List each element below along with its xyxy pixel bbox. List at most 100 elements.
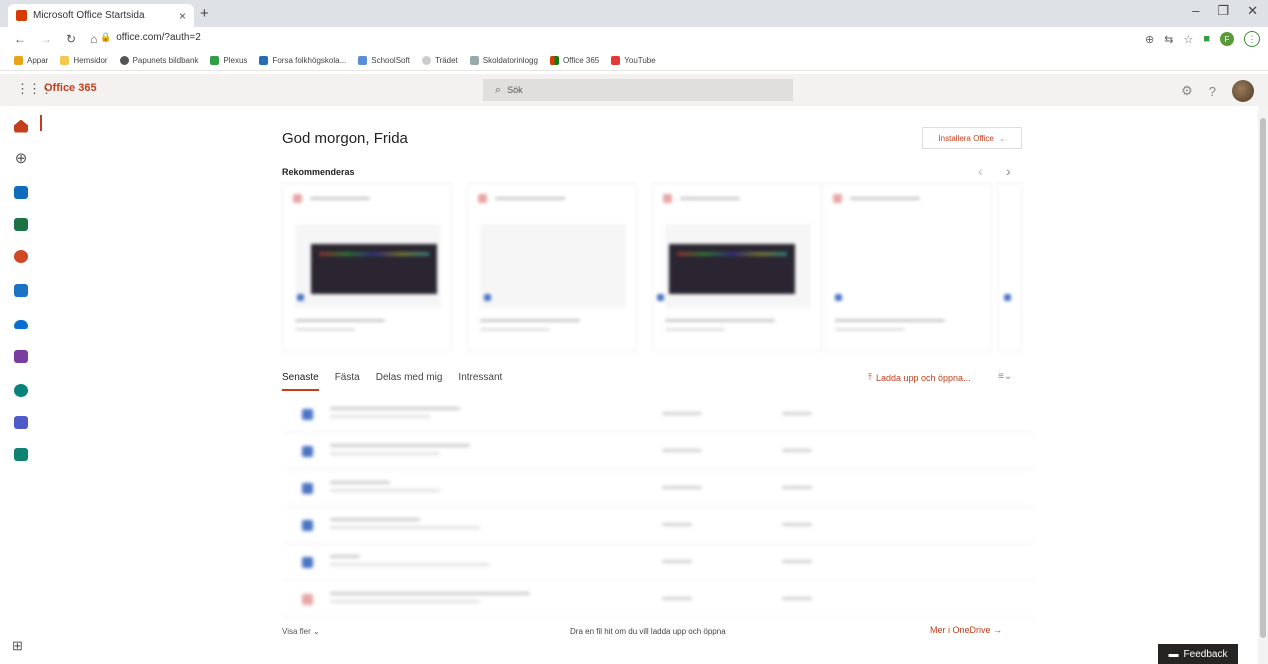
carousel-next-icon[interactable]: ›	[1006, 163, 1011, 179]
forward-icon[interactable]: →	[40, 32, 52, 46]
recommended-card[interactable]	[652, 183, 822, 351]
upload-icon: ⤒	[868, 372, 872, 382]
teams-icon[interactable]	[13, 414, 29, 430]
carousel-prev-icon[interactable]: ‹	[978, 163, 983, 179]
tab-fasta[interactable]: Fästa	[335, 372, 360, 391]
table-row[interactable]	[282, 470, 1034, 507]
powerpoint-icon[interactable]	[13, 248, 29, 264]
bookmark-label: Forsa folkhögskola...	[272, 56, 347, 65]
file-type-icon	[302, 594, 313, 605]
search-input[interactable]: ⌕ Sök	[483, 79, 793, 101]
bookmark-label: Skoldatorinlogg	[482, 56, 538, 65]
sort-filter-icon[interactable]: ≡⌄	[998, 371, 1012, 382]
table-row[interactable]	[282, 544, 1034, 581]
close-tab-icon[interactable]: ×	[179, 9, 186, 23]
reload-icon[interactable]: ↻	[66, 32, 76, 46]
bookmark-item[interactable]: Trädet	[421, 56, 458, 65]
youtube-icon	[611, 56, 621, 65]
install-office-button[interactable]: Installera Office ⌄	[922, 127, 1022, 149]
apps-grid-icon	[14, 56, 23, 65]
bookmark-label: Appar	[27, 56, 49, 65]
app-rail: ⊕	[0, 106, 44, 664]
bookmark-item[interactable]: Papunets bildbank	[119, 56, 198, 65]
sharepoint-icon[interactable]	[13, 382, 29, 398]
feedback-label: Feedback	[1183, 648, 1228, 660]
outlook-icon[interactable]	[13, 184, 29, 200]
onenote-icon[interactable]	[13, 348, 29, 364]
translate-icon[interactable]: ⇆	[1164, 33, 1173, 46]
tree-icon	[421, 56, 431, 65]
bookmark-label: Office 365	[562, 56, 600, 65]
file-type-icon	[302, 557, 313, 568]
table-row[interactable]	[282, 581, 1034, 618]
recommended-card[interactable]	[822, 183, 992, 351]
recent-files-list	[282, 396, 1034, 618]
scrollbar[interactable]	[1258, 106, 1268, 664]
address-bar: ← → ↻ ⌂ 🔒 office.com/?auth=2 ⊕ ⇆ ☆ ■ F ⋮	[0, 27, 1268, 51]
show-more-link[interactable]: Visa fler ⌄	[282, 627, 320, 636]
brand-title[interactable]: Office 365	[44, 82, 97, 94]
card-preview-image	[669, 244, 795, 294]
bookmark-label: Hemsidor	[73, 56, 108, 65]
file-type-icon	[1004, 294, 1011, 301]
scroll-thumb[interactable]	[1260, 118, 1266, 638]
home-icon[interactable]	[13, 118, 29, 134]
upload-open-button[interactable]: ⤒ Ladda upp och öppna...	[868, 372, 971, 383]
recommended-card-partial[interactable]	[997, 183, 1022, 351]
home-icon[interactable]: ⌂	[90, 32, 97, 46]
tab-delas-med-mig[interactable]: Delas med mig	[376, 372, 443, 391]
help-icon[interactable]: ?	[1209, 84, 1216, 99]
recommended-heading: Rekommenderas	[282, 167, 355, 177]
tab-intressant[interactable]: Intressant	[458, 372, 502, 391]
bookmark-item[interactable]: YouTube	[611, 56, 656, 65]
sway-icon[interactable]	[13, 446, 29, 462]
user-avatar[interactable]	[1232, 80, 1254, 102]
feedback-button[interactable]: ▬ Feedback	[1158, 644, 1238, 664]
minimize-button[interactable]: –	[1192, 3, 1199, 19]
close-window-button[interactable]: ✕	[1247, 3, 1258, 19]
star-bookmark-icon[interactable]: ☆	[1183, 33, 1193, 46]
more-in-onedrive-link[interactable]: Mer i OneDrive →	[930, 625, 1002, 635]
table-row[interactable]	[282, 433, 1034, 470]
tab-senaste[interactable]: Senaste	[282, 372, 319, 391]
show-more-label: Visa fler	[282, 627, 311, 636]
recommended-card[interactable]	[467, 183, 637, 351]
bookmark-item[interactable]: Appar	[14, 56, 48, 65]
search-placeholder: Sök	[507, 85, 523, 95]
recommended-cards	[282, 183, 1022, 353]
file-type-icon	[302, 446, 313, 457]
install-app-icon[interactable]: ⊕	[1145, 33, 1154, 46]
table-row[interactable]	[282, 507, 1034, 544]
active-indicator	[40, 115, 42, 131]
onedrive-icon[interactable]	[13, 316, 29, 332]
file-tabs: Senaste Fästa Delas med mig Intressant	[282, 372, 518, 391]
bookmark-item[interactable]: Skoldatorinlogg	[469, 56, 538, 65]
upload-label: Ladda upp och öppna...	[875, 372, 971, 383]
browser-menu-button[interactable]: ⋮	[1244, 31, 1260, 47]
back-icon[interactable]: ←	[14, 32, 26, 46]
outlook-mail-icon[interactable]	[13, 282, 29, 298]
bookmark-item[interactable]: Plexus	[210, 56, 247, 65]
excel-icon[interactable]	[13, 216, 29, 232]
create-plus-icon[interactable]: ⊕	[13, 150, 29, 167]
all-apps-icon[interactable]: ⊞	[12, 638, 23, 654]
bookmark-item[interactable]: SchoolSoft	[358, 56, 410, 65]
globe-icon	[119, 56, 129, 65]
bookmark-item[interactable]: Forsa folkhögskola...	[259, 56, 346, 65]
browser-tab[interactable]: Microsoft Office Startsida ×	[8, 4, 194, 27]
restore-button[interactable]: ❐	[1217, 3, 1229, 19]
new-tab-button[interactable]: +	[200, 5, 209, 22]
browser-tab-bar: Microsoft Office Startsida × + – ❐ ✕	[0, 0, 1268, 27]
recommended-card[interactable]	[282, 183, 452, 351]
settings-gear-icon[interactable]: ⚙	[1181, 83, 1193, 99]
feedback-icon: ▬	[1168, 648, 1179, 660]
drop-hint-text: Dra en fil hit om du vill ladda upp och …	[570, 627, 726, 636]
bookmark-label: Trädet	[434, 56, 458, 65]
office-extension-icon[interactable]: ■	[1203, 33, 1210, 45]
table-row[interactable]	[282, 396, 1034, 433]
file-type-icon	[302, 520, 313, 531]
url-field[interactable]: 🔒 office.com/?auth=2	[100, 32, 201, 43]
profile-avatar[interactable]: F	[1220, 32, 1234, 46]
bookmark-item[interactable]: Office 365	[549, 56, 600, 65]
bookmark-item[interactable]: Hemsidor	[60, 56, 108, 65]
